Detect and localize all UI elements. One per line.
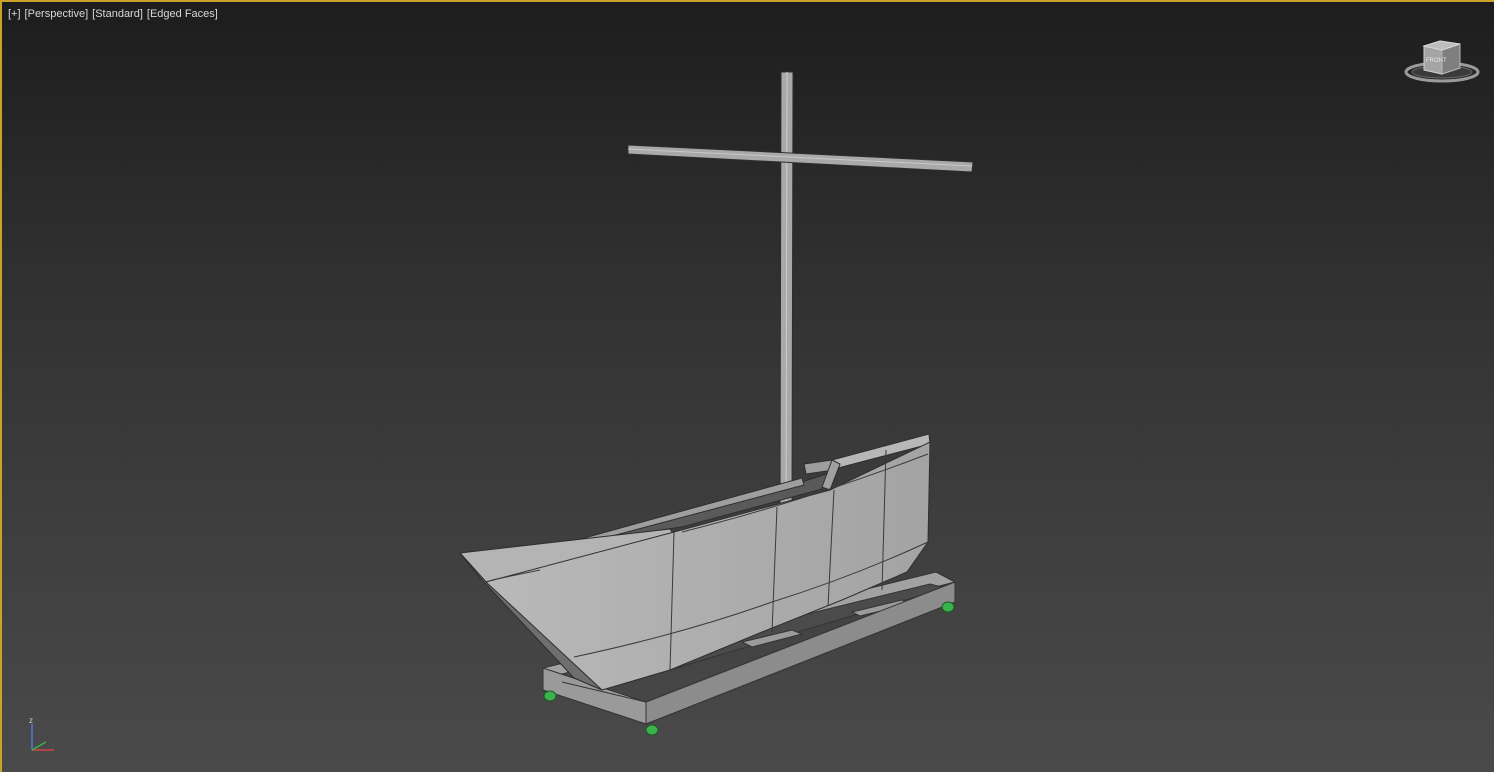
axis-z-label: z	[29, 716, 33, 725]
yard-arm[interactable]	[627, 144, 974, 173]
axis-tripod-icon: z	[29, 716, 54, 751]
viewcube-icon[interactable]: FRONT	[1404, 38, 1482, 88]
viewcube-face-label: FRONT	[1426, 58, 1447, 64]
scene-render[interactable]	[2, 2, 1494, 772]
mast[interactable]	[779, 71, 794, 508]
boat-hull[interactable]	[458, 433, 931, 691]
perspective-viewport[interactable]: [+] [Perspective] [Standard] [Edged Face…	[0, 0, 1494, 772]
